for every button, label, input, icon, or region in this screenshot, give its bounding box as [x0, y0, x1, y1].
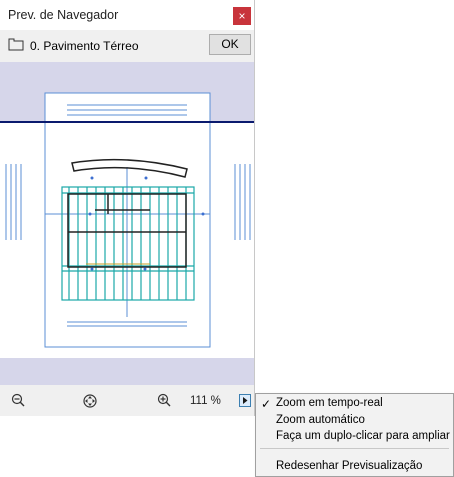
options-menu: ✓ Zoom em tempo-real Zoom automático Faç… — [255, 393, 454, 477]
close-icon: × — [238, 9, 246, 23]
triangle-right-icon — [243, 397, 248, 404]
floor-plan-preview — [0, 62, 254, 385]
navigator-preview-palette: Prev. de Navegador × 0. Pavimento Térreo… — [0, 0, 255, 416]
menu-item-zoom-auto[interactable]: Zoom automático — [276, 414, 365, 426]
menu-item-zoom-realtime[interactable]: Zoom em tempo-real — [276, 397, 383, 409]
title-bar[interactable]: Prev. de Navegador × — [0, 0, 254, 30]
zoom-out-icon[interactable] — [11, 393, 25, 407]
window-title: Prev. de Navegador — [8, 8, 119, 22]
ok-button[interactable]: OK — [209, 34, 251, 55]
preview-area[interactable] — [0, 62, 254, 385]
zoom-value: 111 % — [190, 395, 221, 407]
zoom-fit-icon[interactable] — [82, 393, 98, 409]
menu-separator — [260, 448, 449, 449]
floor-plan-view-icon — [8, 38, 24, 51]
checkmark-icon: ✓ — [261, 397, 272, 411]
menu-item-redraw-preview[interactable]: Redesenhar Previsualização — [276, 460, 422, 472]
menu-item-double-click-zoom[interactable]: Faça um duplo-clicar para ampliar — [276, 430, 450, 442]
options-menu-button[interactable] — [239, 394, 251, 407]
view-name: 0. Pavimento Térreo — [30, 39, 139, 53]
close-button[interactable]: × — [233, 7, 251, 25]
zoom-in-icon[interactable] — [157, 393, 171, 407]
